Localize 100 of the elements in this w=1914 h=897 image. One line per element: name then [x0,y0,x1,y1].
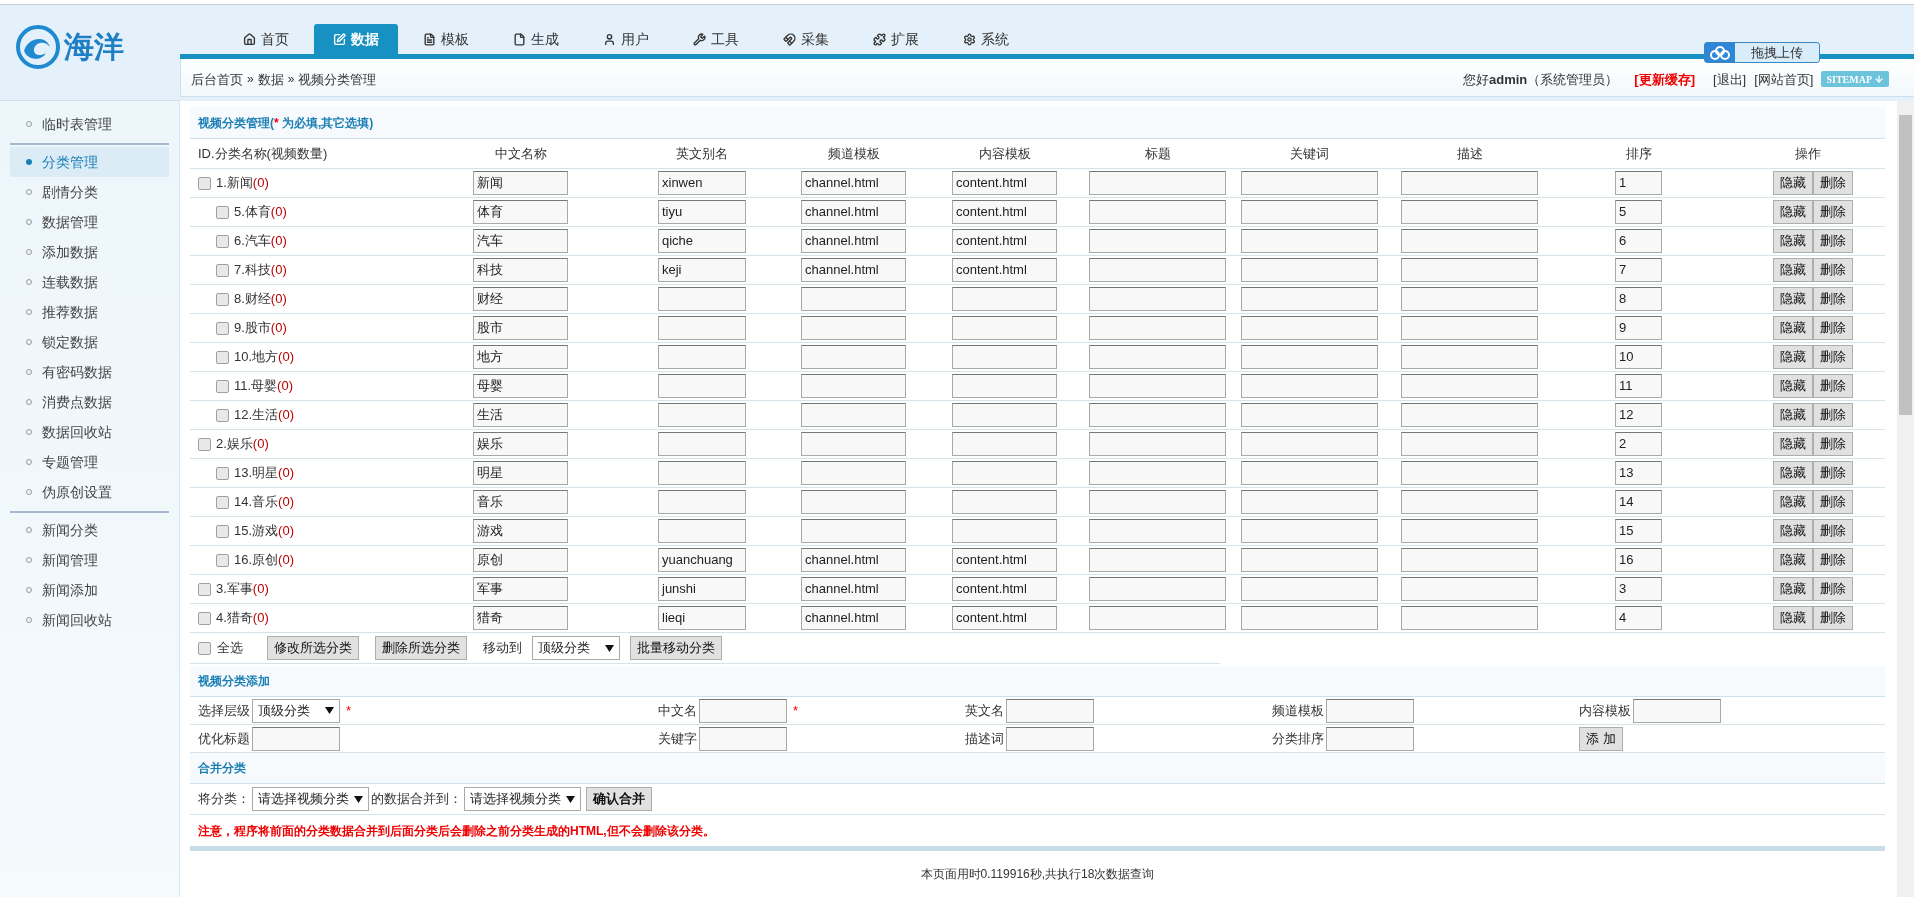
checkbox[interactable] [198,611,211,625]
description-field[interactable] [1401,606,1538,630]
title-field[interactable] [1089,258,1226,282]
description-field[interactable] [1401,432,1538,456]
sort-field[interactable]: 6 [1615,229,1662,253]
content-template-field[interactable] [952,374,1057,398]
action-button[interactable]: 隐藏 [1773,432,1813,456]
english-alias-field[interactable] [658,374,746,398]
action-button[interactable]: 隐藏 [1773,258,1813,282]
title-field[interactable] [1089,490,1226,514]
sidebar-item[interactable]: 锁定数据 [10,327,169,357]
nav-tab[interactable]: 生成 [494,24,578,54]
input-field[interactable] [1006,698,1094,723]
sort-field[interactable]: 9 [1615,316,1662,340]
chinese-name-field[interactable]: 娱乐 [473,432,568,456]
nav-tab[interactable]: 用户 [584,24,668,54]
nav-tab[interactable]: 扩展 [854,24,938,54]
input-field[interactable] [1326,726,1414,751]
action-button[interactable]: 隐藏 [1773,577,1813,601]
sidebar-item[interactable]: 伪原创设置 [10,477,169,507]
site-home-link[interactable]: [网站首页] [1754,69,1814,89]
checkbox[interactable] [216,408,229,422]
action-button[interactable]: 删除 [1813,258,1853,282]
action-button[interactable]: 隐藏 [1773,606,1813,630]
action-button[interactable]: 隐藏 [1773,490,1813,514]
chinese-name-field[interactable]: 游戏 [473,519,568,543]
description-field[interactable] [1401,461,1538,485]
description-field[interactable] [1401,345,1538,369]
sort-field[interactable]: 1 [1615,171,1662,195]
title-field[interactable] [1089,461,1226,485]
action-button[interactable]: 删除 [1813,316,1853,340]
sort-field[interactable]: 15 [1615,519,1662,543]
title-field[interactable] [1089,432,1226,456]
english-alias-field[interactable] [658,461,746,485]
checkbox[interactable] [216,466,229,480]
content-template-field[interactable]: content.html [952,548,1057,572]
english-alias-field[interactable] [658,316,746,340]
keywords-field[interactable] [1241,171,1378,195]
sidebar-item[interactable]: 有密码数据 [10,357,169,387]
title-field[interactable] [1089,403,1226,427]
sort-field[interactable]: 10 [1615,345,1662,369]
action-button[interactable]: 隐藏 [1773,461,1813,485]
channel-template-field[interactable]: channel.html [801,229,906,253]
action-button[interactable]: 隐藏 [1773,345,1813,369]
keywords-field[interactable] [1241,316,1378,340]
keywords-field[interactable] [1241,374,1378,398]
chinese-name-field[interactable]: 音乐 [473,490,568,514]
keywords-field[interactable] [1241,403,1378,427]
keywords-field[interactable] [1241,229,1378,253]
sidebar-item[interactable]: 专题管理 [10,447,169,477]
english-alias-field[interactable] [658,432,746,456]
action-button[interactable]: 隐藏 [1773,229,1813,253]
sidebar-item[interactable]: 分类管理 [10,147,169,177]
description-field[interactable] [1401,519,1538,543]
action-button[interactable]: 隐藏 [1773,200,1813,224]
english-alias-field[interactable]: yuanchuang [658,548,746,572]
channel-template-field[interactable] [801,403,906,427]
breadcrumb-link[interactable]: 数据 [257,69,284,89]
sort-field[interactable]: 2 [1615,432,1662,456]
nav-tab[interactable]: 数据 [314,24,398,54]
action-button[interactable]: 隐藏 [1773,519,1813,543]
keywords-field[interactable] [1241,432,1378,456]
sort-field[interactable]: 14 [1615,490,1662,514]
sidebar-item[interactable]: 新闻回收站 [10,605,169,635]
content-template-field[interactable] [952,432,1057,456]
action-button[interactable]: 删除 [1813,374,1853,398]
keywords-field[interactable] [1241,258,1378,282]
description-field[interactable] [1401,374,1538,398]
chinese-name-field[interactable]: 地方 [473,345,568,369]
action-button[interactable]: 删除 [1813,229,1853,253]
channel-template-field[interactable]: channel.html [801,606,906,630]
content-template-field[interactable] [952,403,1057,427]
sidebar-item[interactable]: 数据管理 [10,207,169,237]
content-template-field[interactable] [952,345,1057,369]
channel-template-field[interactable] [801,490,906,514]
description-field[interactable] [1401,490,1538,514]
sidebar-item[interactable]: 添加数据 [10,237,169,267]
english-alias-field[interactable]: xinwen [658,171,746,195]
checkbox[interactable] [198,582,211,596]
chinese-name-field[interactable]: 新闻 [473,171,568,195]
content-template-field[interactable] [952,316,1057,340]
keywords-field[interactable] [1241,519,1378,543]
logout-link[interactable]: [退出] [1712,69,1747,89]
english-alias-field[interactable]: lieqi [658,606,746,630]
channel-template-field[interactable] [801,345,906,369]
title-field[interactable] [1089,606,1226,630]
action-button[interactable]: 修改所选分类 [267,636,359,660]
dropdown-select[interactable]: 顶级分类 [252,698,340,723]
description-field[interactable] [1401,229,1538,253]
channel-template-field[interactable] [801,461,906,485]
description-field[interactable] [1401,403,1538,427]
english-alias-field[interactable] [658,345,746,369]
scrollbar[interactable] [1897,101,1914,897]
sidebar-item[interactable]: 连载数据 [10,267,169,297]
action-button[interactable]: 隐藏 [1773,403,1813,427]
checkbox[interactable] [216,205,229,219]
checkbox[interactable] [198,176,211,190]
keywords-field[interactable] [1241,461,1378,485]
breadcrumb-link[interactable]: 后台首页 [191,69,243,89]
sort-field[interactable]: 7 [1615,258,1662,282]
